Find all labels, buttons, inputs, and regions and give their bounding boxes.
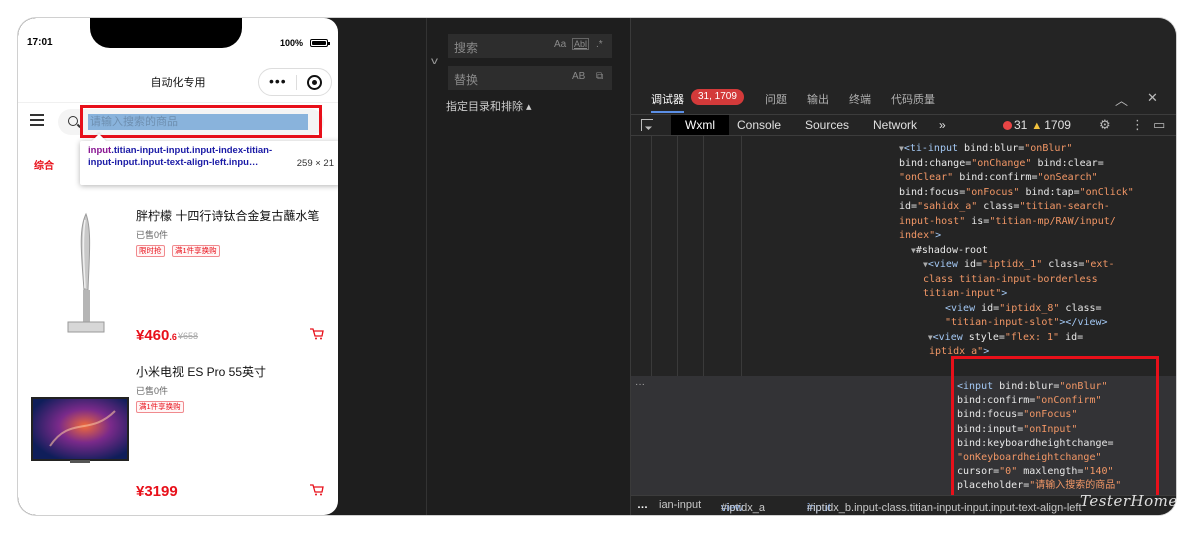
wxml-code-line[interactable]: ▼<view style="flex: 1" id= bbox=[923, 331, 1083, 345]
mini-program-nav-bar: 自动化专用 ••• bbox=[18, 64, 338, 100]
breadcrumb-ellipsis[interactable]: … bbox=[637, 499, 648, 511]
preserve-case-toggle[interactable]: AB bbox=[572, 71, 585, 82]
product-card[interactable]: 小米电视 ES Pro 55英寸 已售0件 满1件享换购 ¥3199 bbox=[18, 358, 338, 508]
product-sold: 已售0件 bbox=[136, 230, 169, 240]
product-old-price: ¥658 bbox=[178, 331, 199, 341]
wxml-code-line[interactable]: id="sahidx_a" class="titian-search- bbox=[899, 200, 1110, 214]
status-time: 17:01 bbox=[27, 37, 53, 48]
tooltip-tag: input bbox=[88, 145, 112, 156]
gear-icon[interactable]: ⚙ bbox=[1099, 117, 1111, 133]
inspect-tooltip: input.titian-input-input.input-index-tit… bbox=[80, 141, 338, 185]
warning-count: 1709 bbox=[1044, 118, 1071, 132]
wxml-code-line[interactable]: ▼<ti-input bind:blur="onBlur" bbox=[899, 142, 1072, 156]
price-int: ¥460 bbox=[136, 327, 170, 344]
devtools-panel: 调试器 31, 1709 问题 输出 终端 代码质量 ︿ ✕ Wxml Cons… bbox=[630, 18, 1176, 515]
wxml-code-line[interactable]: <view id="iptidx_8" class= bbox=[945, 302, 1102, 316]
tab-wxml[interactable]: Wxml bbox=[671, 115, 729, 135]
tab-sources[interactable]: Sources bbox=[805, 118, 849, 132]
wxml-code-line[interactable]: "titian-input-slot"></view> bbox=[945, 316, 1108, 330]
tab-console[interactable]: Console bbox=[737, 118, 781, 132]
promo-tag: 满1件享换购 bbox=[172, 245, 220, 257]
cart-icon[interactable] bbox=[310, 484, 324, 496]
wxml-code-line[interactable]: bind:focus="onFocus" bind:tap="onClick" bbox=[899, 186, 1134, 200]
capsule-menu[interactable]: ••• bbox=[258, 68, 332, 96]
promo-tag: 限时抢 bbox=[136, 245, 165, 257]
highlight-box-search-input bbox=[80, 105, 322, 138]
wxml-code-line[interactable]: titian-input"> bbox=[923, 287, 1007, 301]
capsule-divider bbox=[296, 75, 297, 90]
more-dots-icon[interactable]: ••• bbox=[269, 74, 287, 88]
dock-icon[interactable]: ▭ bbox=[1153, 117, 1165, 133]
product-title: 小米电视 ES Pro 55英寸 bbox=[136, 365, 267, 379]
tab-network[interactable]: Network bbox=[873, 118, 917, 132]
error-badge: 31, 1709 bbox=[691, 89, 744, 105]
wxml-code-line[interactable]: ▼<view id="iptidx_1" class="ext- bbox=[923, 258, 1115, 272]
product-title: 胖柠檬 十四行诗钛合金复古蘸水笔 bbox=[136, 209, 320, 223]
battery-icon bbox=[310, 39, 330, 47]
price-int: ¥3199 bbox=[136, 483, 178, 500]
product-price: ¥3199 bbox=[136, 483, 178, 500]
kebab-menu-icon[interactable]: ⋮ bbox=[1131, 117, 1144, 133]
find-replace-placeholder: 替换 bbox=[454, 73, 479, 87]
phone-notch bbox=[90, 18, 242, 48]
product-card[interactable]: 胖柠檬 十四行诗钛合金复古蘸水笔 已售0件 限时抢 满1件享换购 ¥460.6 … bbox=[18, 202, 338, 352]
node-ellipsis-icon[interactable]: ··· bbox=[635, 379, 645, 390]
tab-debugger[interactable]: 调试器 bbox=[651, 91, 684, 113]
wxml-code-line[interactable]: ▼#shadow-root bbox=[911, 244, 988, 258]
find-search-input[interactable]: 搜索 Aa Abl .* bbox=[448, 34, 612, 58]
wxml-code-line[interactable]: index"> bbox=[899, 229, 941, 243]
price-dec: .6 bbox=[169, 332, 177, 342]
chevron-up-icon[interactable]: ︿ bbox=[1115, 90, 1128, 109]
product-price: ¥460.6 bbox=[136, 327, 177, 344]
menu-icon[interactable] bbox=[30, 114, 44, 126]
product-sold: 已售0件 bbox=[136, 386, 169, 396]
tooltip-classes: .titian-input-input.input-index-titian-i… bbox=[88, 145, 273, 168]
whole-word-toggle[interactable]: Abl bbox=[572, 38, 590, 50]
pen-product-image bbox=[67, 212, 105, 333]
tab-output[interactable]: 输出 bbox=[807, 91, 829, 107]
find-replace-input[interactable]: 替换 AB ⧉ bbox=[448, 66, 612, 90]
promo-tag: 满1件享换购 bbox=[136, 401, 184, 413]
screenshot-frame: 17:01 100% 自动化专用 ••• 请输入搜索的商品 input.titi… bbox=[18, 18, 1176, 515]
tooltip-selector: input.titian-input-input.input-index-tit… bbox=[88, 145, 278, 169]
error-icon bbox=[1003, 121, 1012, 130]
search-icon bbox=[68, 116, 78, 126]
tab-terminal[interactable]: 终端 bbox=[849, 91, 871, 107]
chevron-down-icon[interactable]: v bbox=[431, 56, 438, 67]
close-icon[interactable]: ✕ bbox=[1147, 90, 1158, 106]
highlight-box-input-node bbox=[951, 356, 1159, 503]
match-case-toggle[interactable]: Aa bbox=[554, 39, 566, 50]
regex-toggle[interactable]: .* bbox=[596, 39, 603, 50]
cart-icon[interactable] bbox=[310, 328, 324, 340]
replace-all-icon[interactable]: ⧉ bbox=[596, 71, 603, 82]
tab-problems[interactable]: 问题 bbox=[765, 91, 787, 107]
error-count: 31 bbox=[1014, 118, 1028, 132]
wxml-code-line[interactable]: bind:change="onChange" bind:clear= bbox=[899, 157, 1104, 171]
tab-code-quality[interactable]: 代码质量 bbox=[891, 91, 935, 107]
devtools-top-tabs: 调试器 31, 1709 问题 输出 终端 代码质量 ︿ ✕ bbox=[631, 86, 1176, 113]
target-icon[interactable] bbox=[307, 75, 322, 90]
wxml-code-line[interactable]: "onClear" bind:confirm="onSearch" bbox=[899, 171, 1098, 185]
include-exclude-toggle[interactable]: 指定目录和排除 ▴ bbox=[446, 98, 532, 114]
find-replace-panel: v 搜索 Aa Abl .* 替换 AB ⧉ 指定目录和排除 ▴ bbox=[350, 18, 627, 515]
panel-divider bbox=[426, 18, 427, 515]
tv-product-image bbox=[31, 397, 129, 463]
find-search-placeholder: 搜索 bbox=[454, 41, 479, 55]
watermark: TesterHome.com bbox=[1080, 492, 1194, 510]
warning-icon: ▲ bbox=[1031, 120, 1043, 132]
tooltip-size: 259 × 21 bbox=[296, 158, 334, 169]
status-bar: 17:01 100% bbox=[18, 18, 338, 62]
issue-counter[interactable]: 31 ▲ 1709 bbox=[1003, 118, 1071, 132]
phone-simulator: 17:01 100% 自动化专用 ••• 请输入搜索的商品 input.titi… bbox=[18, 18, 338, 515]
breadcrumb-item[interactable]: ian-input bbox=[659, 499, 701, 511]
wxml-code-line[interactable]: class titian-input-borderless bbox=[923, 273, 1098, 287]
devtools-panel-tabs: Wxml Console Sources Network » 31 ▲ 1709 ⚙… bbox=[631, 114, 1176, 136]
battery-percent: 100% bbox=[280, 38, 304, 48]
sort-tab-default[interactable]: 综合 bbox=[34, 157, 54, 172]
wxml-code-line[interactable]: input-host" is="titian-mp/RAW/input/ bbox=[899, 215, 1116, 229]
inspect-element-icon[interactable] bbox=[641, 119, 653, 131]
more-tabs-icon[interactable]: » bbox=[939, 118, 946, 132]
